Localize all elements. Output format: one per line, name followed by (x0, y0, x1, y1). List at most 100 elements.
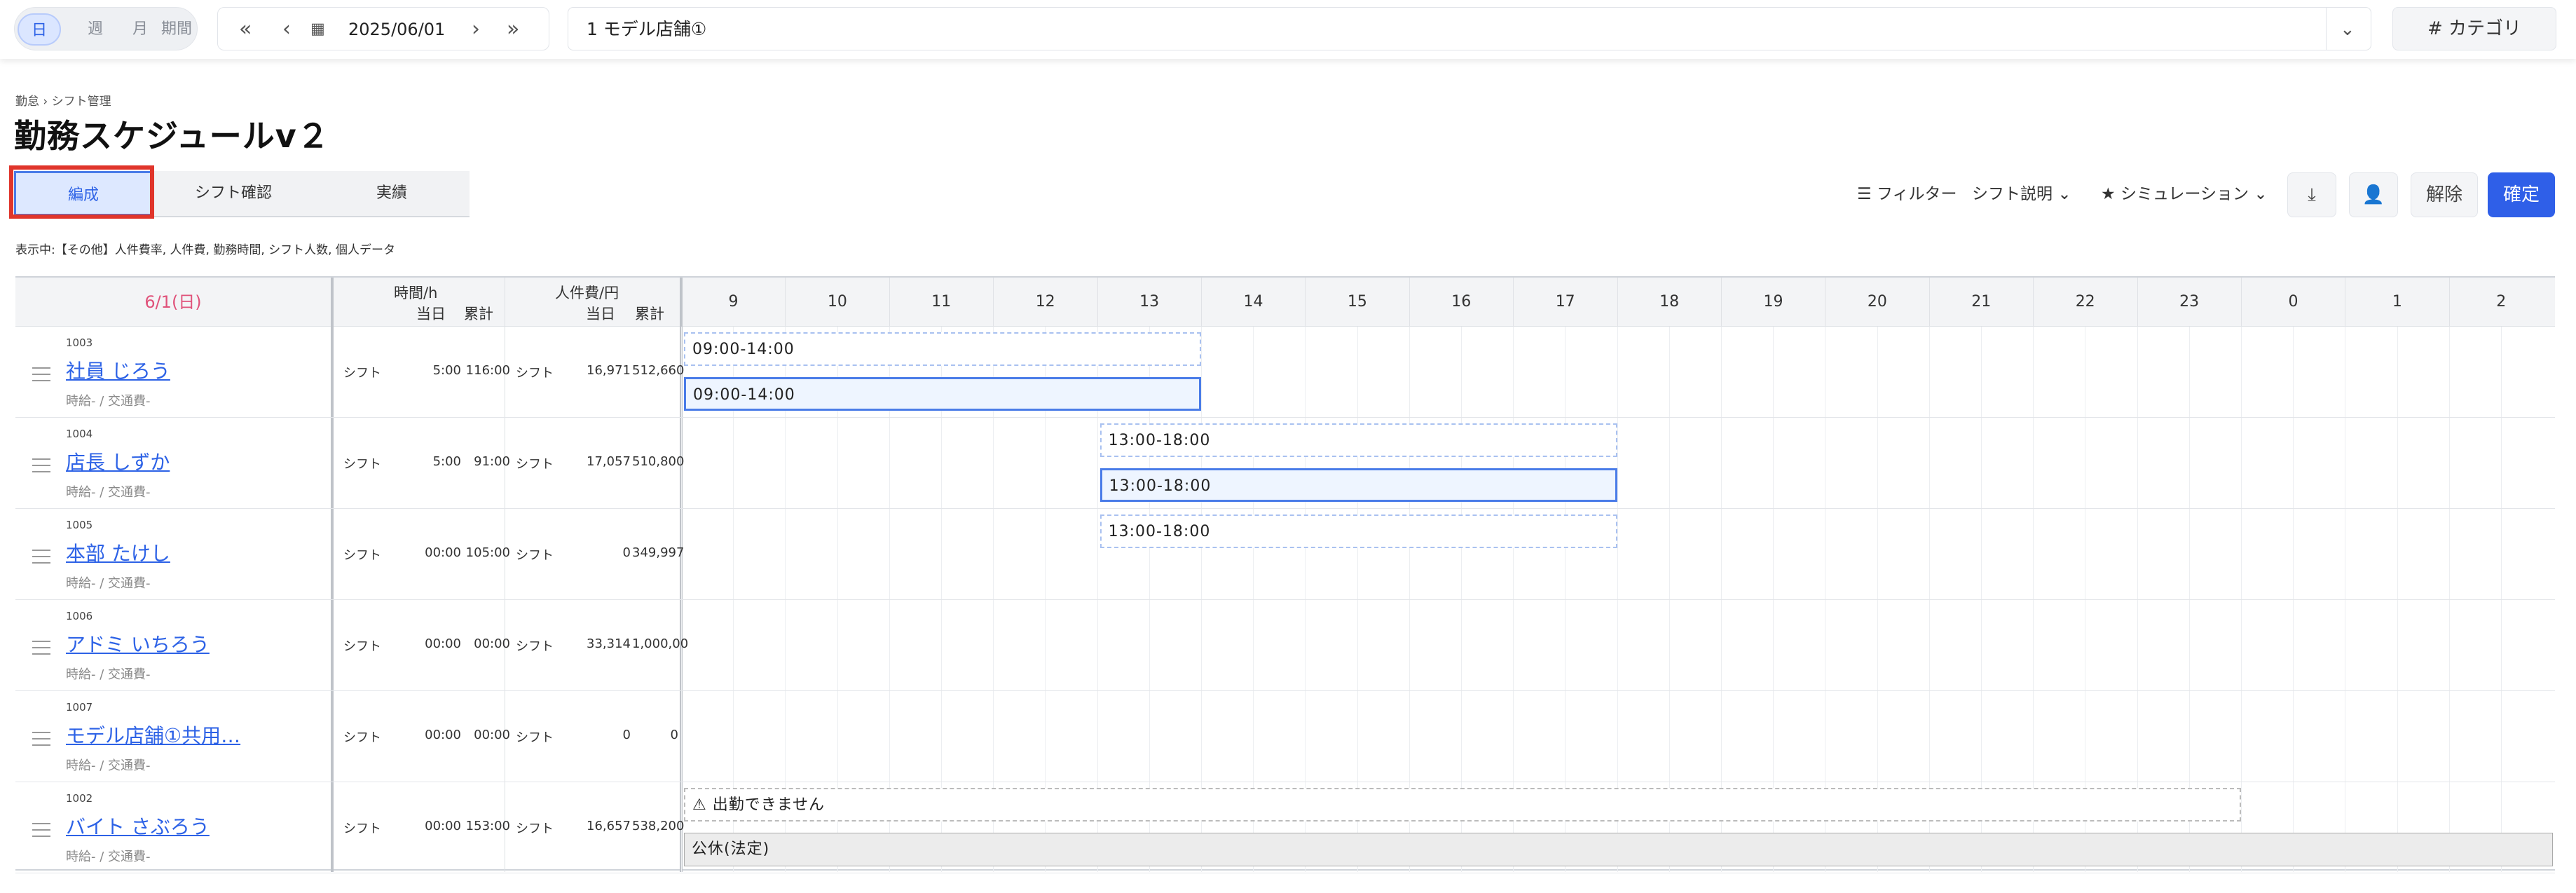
drag-handle-icon[interactable] (32, 823, 50, 837)
employee-row: 1005 本部 たけし 時給- / 交通費- シフト 00:00 105:00 シフト 0 34… (15, 509, 2555, 600)
date-value[interactable]: 2025/06/01 (348, 8, 445, 51)
calendar-icon[interactable]: ▦ (310, 8, 325, 51)
simulation-dropdown[interactable]: ★ シミュレーション ⌄ (2101, 171, 2268, 217)
grid-header: 6/1(日) 時間/h 当日 累計 人件費/円 当日 累計 9 10 11 12 13 1… (15, 278, 2555, 327)
view-mode-day[interactable]: 日 (18, 13, 61, 46)
cost-cum-value: 510,800 (632, 454, 685, 469)
store-select[interactable]: 1 モデル店舗① ⌄ (568, 7, 2371, 50)
view-mode-toggle: 日 週 月 期間 (14, 7, 198, 50)
employee-id: 1007 (66, 701, 93, 714)
star-icon: ★ (2101, 185, 2116, 203)
cost-type: シフト (516, 822, 554, 836)
shift-bar-plan[interactable]: 13:00-18:00 (1099, 423, 1617, 457)
employee-wage-info: 時給- / 交通費- (66, 576, 151, 591)
chevron-right-icon[interactable]: › (472, 8, 480, 51)
employee-row: 1002 バイト さぶろう 時給- / 交通費- シフト 00:00 153:00 シフト 1… (15, 782, 2555, 873)
time-cum-value: 91:00 (474, 454, 510, 469)
cost-day-value: 0 (622, 728, 631, 742)
shift-bar-act[interactable]: 09:00-14:00 (684, 377, 1201, 411)
drag-handle-icon[interactable] (32, 367, 50, 381)
shift-bar-plan[interactable]: 13:00-18:00 (1099, 514, 1617, 548)
time-day-value: 00:00 (425, 545, 461, 560)
hour-label: 20 (1825, 278, 1928, 327)
category-button-label: カテゴリ (2448, 18, 2522, 39)
employee-name-link[interactable]: 本部 たけし (66, 538, 170, 566)
cost-day-value: 0 (622, 545, 631, 560)
drag-handle-icon[interactable] (32, 458, 50, 472)
chevron-down-icon: ⌄ (2340, 19, 2355, 40)
employee-id: 1006 (66, 610, 93, 622)
tab-actual[interactable]: 実績 (314, 171, 470, 216)
confirm-button[interactable]: 確定 (2488, 172, 2555, 217)
cost-cum-value: 512,660 (632, 363, 685, 378)
employee-wage-info: 時給- / 交通費- (66, 758, 151, 773)
drag-handle-icon[interactable] (32, 732, 50, 746)
tab-shift-check[interactable]: シフト確認 (154, 171, 313, 216)
time-type: シフト (343, 822, 381, 836)
shift-bar-hol[interactable]: 公休(法定) (684, 833, 2554, 866)
time-day-value: 5:00 (432, 363, 461, 378)
hour-label: 2 (2448, 278, 2553, 327)
hour-label: 11 (889, 278, 993, 327)
hour-label: 21 (1928, 278, 2033, 327)
hour-label: 13 (1097, 278, 1201, 327)
person-add-icon: 👤 (2362, 184, 2385, 205)
time-cum-value: 00:00 (474, 636, 510, 651)
cost-day-value: 16,657 (587, 819, 631, 833)
release-button[interactable]: 解除 (2411, 172, 2478, 217)
shift-bar-plan[interactable]: 09:00-14:00 (684, 332, 1201, 366)
hour-label: 14 (1201, 278, 1305, 327)
sliders-icon: ☰ (1857, 185, 1872, 203)
category-button[interactable]: # カテゴリ (2392, 7, 2556, 50)
top-toolbar: 日 週 月 期間 « ‹ ▦ 2025/06/01 › » 1 モデル店舗① ⌄… (0, 0, 2576, 59)
hash-icon: # (2427, 18, 2443, 39)
employee-name-link[interactable]: 店長 しずか (66, 447, 170, 475)
cost-type: シフト (516, 366, 554, 381)
time-day-value: 00:00 (425, 636, 461, 651)
breadcrumb-parent[interactable]: 勤怠 (15, 95, 39, 109)
drag-handle-icon[interactable] (32, 641, 50, 655)
employee-id: 1005 (66, 519, 93, 531)
schedule-grid: 6/1(日) 時間/h 当日 累計 人件費/円 当日 累計 9 10 11 12 13 1… (15, 276, 2555, 873)
cost-day-value: 17,057 (587, 454, 631, 469)
shift-description-label: シフト説明 (1972, 185, 2053, 203)
time-cum-value: 116:00 (465, 363, 510, 378)
shift-description-dropdown[interactable]: シフト説明 ⌄ (1972, 171, 2071, 217)
employee-id: 1004 (66, 428, 93, 440)
hour-label: 23 (2137, 278, 2241, 327)
employee-name-link[interactable]: アドミ いちろう (66, 629, 210, 657)
view-mode-month[interactable]: 月 (124, 13, 156, 46)
store-select-value: 1 モデル店舗① (587, 19, 707, 39)
cost-type: シフト (516, 730, 554, 745)
employee-id: 1002 (66, 792, 93, 805)
employee-name-link[interactable]: バイト さぶろう (66, 812, 210, 840)
chevron-left-icon[interactable]: ‹ (282, 8, 291, 51)
time-cum-value: 105:00 (465, 545, 510, 560)
view-mode-week[interactable]: 週 (79, 13, 111, 46)
double-chevron-right-icon[interactable]: » (507, 8, 519, 51)
drag-handle-icon[interactable] (32, 550, 50, 564)
employee-wage-info: 時給- / 交通費- (66, 394, 151, 409)
employee-name-link[interactable]: 社員 じろう (66, 356, 170, 384)
hour-label: 17 (1513, 278, 1617, 327)
hour-label: 1 (2345, 278, 2448, 327)
shift-bar-warn[interactable]: ⚠ 出勤できません (684, 788, 2241, 822)
time-cum-header: 累計 (464, 306, 493, 322)
breadcrumb-current: シフト管理 (51, 95, 111, 109)
employee-row: 1003 社員 じろう 時給- / 交通費- シフト 5:00 116:00 シフト 16,9… (15, 327, 2555, 418)
time-cum-value: 00:00 (474, 728, 510, 742)
time-type: シフト (343, 548, 381, 563)
employee-name-link[interactable]: モデル店舗①共用… (66, 721, 240, 749)
shift-bar-act[interactable]: 13:00-18:00 (1099, 468, 1617, 502)
page-title: 勤務スケジュールv２ (14, 117, 330, 155)
download-button[interactable]: ⤓ (2287, 172, 2336, 217)
cost-cum-value: 538,200 (632, 819, 685, 833)
breadcrumb: 勤怠 › シフト管理 (15, 91, 111, 109)
double-chevron-left-icon[interactable]: « (239, 8, 252, 51)
add-person-button[interactable]: 👤 (2349, 172, 2398, 217)
filter-button[interactable]: ☰ フィルター (1857, 171, 1957, 217)
date-header: 6/1(日) (144, 292, 202, 312)
view-mode-period[interactable]: 期間 (155, 13, 198, 46)
simulation-label: シミュレーション (2120, 185, 2249, 203)
download-icon: ⤓ (2308, 184, 2316, 205)
